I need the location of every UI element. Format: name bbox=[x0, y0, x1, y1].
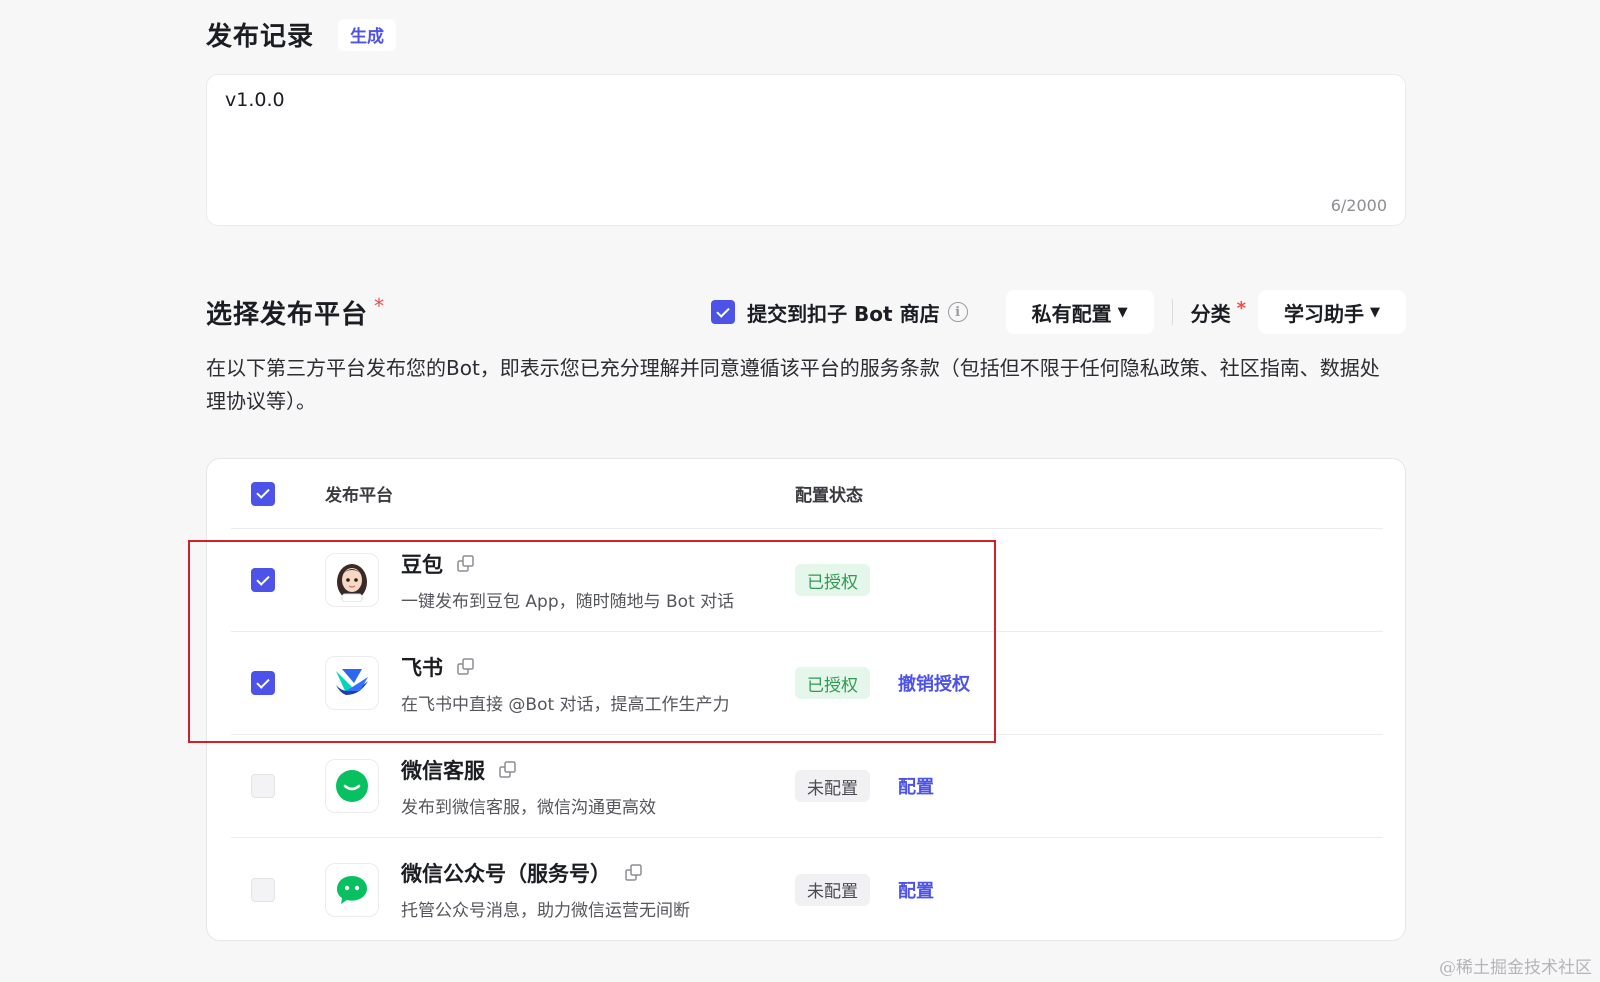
release-record-header: 发布记录 生成 bbox=[206, 16, 397, 53]
row-checkbox[interactable] bbox=[251, 671, 275, 695]
platform-header: 选择发布平台 * 提交到扣子 Bot 商店 i 私有配置 ▼ 分类 * 学习助手… bbox=[206, 288, 1406, 336]
status-badge: 未配置 bbox=[795, 770, 870, 802]
row-checkbox[interactable] bbox=[251, 774, 275, 798]
platform-name: 微信公众号（服务号） bbox=[401, 862, 611, 886]
caret-down-icon: ▼ bbox=[1117, 304, 1128, 320]
row-checkbox[interactable] bbox=[251, 568, 275, 592]
char-counter: 6/2000 bbox=[1330, 196, 1387, 215]
store-checkbox-box[interactable] bbox=[711, 300, 736, 324]
table-row: 飞书 在飞书中直接 @Bot 对话，提高工作生产力 已授权 撤销授权 bbox=[231, 632, 1383, 735]
category-dropdown-value: 学习助手 bbox=[1284, 301, 1364, 326]
generate-button[interactable]: 生成 bbox=[338, 18, 397, 51]
wechat-service-icon bbox=[325, 759, 379, 813]
platform-description: 托管公众号消息，助力微信运营无间断 bbox=[401, 901, 690, 921]
table-row: 豆包 一键发布到豆包 App，随时随地与 Bot 对话 已授权 bbox=[231, 529, 1383, 632]
revoke-authorization-link[interactable]: 撤销授权 bbox=[898, 670, 970, 696]
copy-icon[interactable] bbox=[457, 657, 475, 676]
platform-terms-description: 在以下第三方平台发布您的Bot，即表示您已充分理解并同意遵循该平台的服务条款（包… bbox=[206, 356, 1380, 413]
platform-table: 发布平台 配置状态 豆包 一键发布到豆包 App，随时随地与 Bot 对话 已授… bbox=[206, 458, 1406, 941]
status-badge: 未配置 bbox=[795, 873, 870, 906]
category-required-mark: * bbox=[1236, 297, 1246, 319]
platform-name: 飞书 bbox=[401, 655, 443, 680]
copy-icon[interactable] bbox=[457, 554, 475, 573]
configure-link[interactable]: 配置 bbox=[898, 773, 934, 799]
store-submit-checkbox[interactable]: 提交到扣子 Bot 商店 i bbox=[711, 298, 968, 327]
caret-down-icon: ▼ bbox=[1370, 304, 1380, 320]
required-mark: * bbox=[374, 294, 385, 318]
column-status: 配置状态 bbox=[795, 486, 863, 506]
watermark: @稀土掘金技术社区 bbox=[1439, 958, 1592, 978]
platform-header-controls: 提交到扣子 Bot 商店 i 私有配置 ▼ 分类 * 学习助手 ▼ bbox=[711, 290, 1406, 334]
doubao-avatar-icon bbox=[325, 553, 379, 607]
release-record-title: 发布记录 bbox=[206, 22, 315, 52]
table-row: 微信公众号（服务号） 托管公众号消息，助力微信运营无间断 未配置 配置 bbox=[231, 838, 1383, 941]
platform-name: 微信客服 bbox=[401, 758, 485, 783]
copy-icon[interactable] bbox=[499, 760, 517, 779]
wechat-official-icon bbox=[325, 862, 379, 917]
table-header: 发布平台 配置状态 bbox=[231, 459, 1383, 529]
copy-icon[interactable] bbox=[625, 864, 643, 882]
category-dropdown[interactable]: 学习助手 ▼ bbox=[1258, 290, 1406, 334]
release-notes-input[interactable]: v1.0.0 bbox=[207, 75, 1405, 195]
release-notes-box: v1.0.0 6/2000 bbox=[206, 74, 1406, 226]
privacy-dropdown[interactable]: 私有配置 ▼ bbox=[1005, 290, 1154, 334]
platform-section-title: 选择发布平台 bbox=[206, 299, 369, 330]
feishu-logo-icon bbox=[325, 656, 379, 710]
divider bbox=[1171, 299, 1173, 325]
row-checkbox[interactable] bbox=[251, 877, 275, 902]
privacy-dropdown-label: 私有配置 bbox=[1031, 301, 1112, 326]
platform-description: 发布到微信客服，微信沟通更高效 bbox=[401, 797, 656, 818]
column-platform: 发布平台 bbox=[325, 486, 393, 506]
category-label: 分类 * bbox=[1190, 297, 1246, 326]
table-row: 微信客服 发布到微信客服，微信沟通更高效 未配置 配置 bbox=[231, 735, 1383, 838]
platform-name: 豆包 bbox=[401, 552, 443, 577]
configure-link[interactable]: 配置 bbox=[898, 877, 934, 903]
platform-description: 一键发布到豆包 App，随时随地与 Bot 对话 bbox=[401, 591, 735, 612]
select-all-checkbox[interactable] bbox=[251, 481, 275, 506]
status-badge: 已授权 bbox=[795, 564, 870, 596]
store-checkbox-label: 提交到扣子 Bot 商店 bbox=[747, 301, 940, 326]
platform-description: 在飞书中直接 @Bot 对话，提高工作生产力 bbox=[401, 694, 730, 715]
info-icon[interactable]: i bbox=[947, 302, 968, 322]
status-badge: 已授权 bbox=[795, 667, 870, 699]
